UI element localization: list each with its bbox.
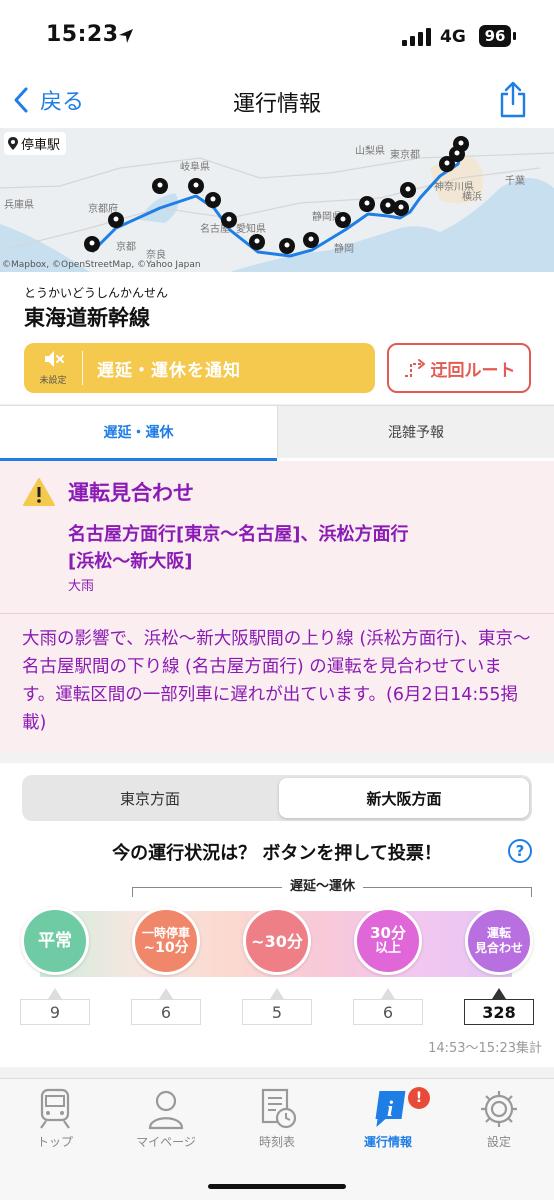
home-indicator (208, 1184, 346, 1189)
battery-tip (513, 32, 516, 40)
vote-option-label: 運転 (486, 926, 511, 940)
info-tabs: 遅延・運休 混雑予報 (0, 405, 554, 462)
vote-suspended-button[interactable]: 運転 見合わせ (465, 907, 533, 975)
alert-divider (0, 613, 554, 614)
vote-period: 14:53〜15:23集計 (428, 1041, 542, 1056)
alert-detail: 大雨の影響で、浜松〜新大阪駅間の上り線 (浜松方面行)、東京〜名古屋駅間の下り線… (22, 629, 531, 733)
notify-separator (82, 351, 83, 385)
battery-level: 96 (479, 25, 511, 47)
tab-top[interactable]: トップ (0, 1087, 110, 1150)
speaker-muted-icon (45, 351, 64, 367)
vote-over-30min-button[interactable]: 30分 以上 (354, 907, 422, 975)
vote-count-normal: 9 (20, 999, 90, 1025)
vote-option-label: 30分 (370, 924, 406, 942)
map-credit: ©Mapbox, ©OpenStreetMap, ©Yahoo Japan (2, 260, 201, 270)
station-pins (84, 136, 469, 254)
person-icon (148, 1090, 184, 1130)
count-pointer (381, 988, 395, 999)
notify-icon-area: 未設定 (24, 343, 82, 393)
svg-text:i: i (387, 1096, 394, 1121)
vote-normal-button[interactable]: 平常 (21, 907, 89, 975)
status-bar: 15:23 4G 96 (0, 0, 554, 72)
notification-badge: ! (408, 1087, 430, 1109)
vote-count-stop-10min: 6 (131, 999, 201, 1025)
alert-title: 運転見合わせ (68, 481, 194, 505)
vote-title: 今の運行状況は？ ボタンを押して投票！ (112, 843, 442, 864)
alert-sections: 名古屋方面行[東京〜名古屋]、浜松方面行 [浜松〜新大阪] (68, 521, 518, 575)
warning-icon (23, 478, 55, 506)
tab-top-label: トップ (36, 1135, 73, 1149)
vote-option-label: ~30分 (251, 931, 303, 951)
vote-count-suspended: 328 (464, 999, 534, 1025)
tab-timetable[interactable]: 時刻表 (222, 1087, 332, 1150)
vote-count-30min: 5 (242, 999, 312, 1025)
alert-cause: 大雨 (68, 579, 95, 594)
tab-delay[interactable]: 遅延・運休 (0, 406, 277, 458)
detour-route-button[interactable]: 迂回ルート (387, 343, 531, 393)
tab-info-label: 運行情報 (363, 1135, 412, 1149)
vote-stop-10min-button[interactable]: 一時停車 ~10分 (132, 907, 200, 975)
vote-option-sublabel: ~10分 (143, 940, 189, 956)
notify-button[interactable]: 未設定 遅延・運休を通知 (24, 343, 375, 393)
status-time: 15:23 (46, 22, 119, 47)
page-title: 運行情報 (232, 92, 321, 117)
count-pointer (159, 988, 173, 999)
delay-bracket-label: 遅延〜運休 (282, 875, 364, 894)
tab-mypage-label: マイページ (136, 1135, 196, 1149)
network-type: 4G (440, 27, 466, 47)
vote-option-label: 平常 (38, 930, 72, 951)
bottom-tab-bar: トップ マイページ 時刻表 i 運行情報 ! 設定 (0, 1078, 554, 1200)
nav-bar: 戻る 運行情報 (0, 72, 554, 128)
line-furigana: とうかいどうしんかんせん (24, 286, 169, 300)
line-info: とうかいどうしんかんせん 東海道新幹線 未設定 遅延・運休を通知 迂回ルート (0, 272, 554, 404)
info-icon: i (375, 1091, 406, 1127)
tab-mypage[interactable]: マイページ (111, 1087, 221, 1150)
route-map[interactable]: 停車駅 山梨県 東京都 千葉 兵庫県 京都府 岐阜県 愛知県 静岡県 神奈川県 … (0, 128, 554, 272)
count-pointer (48, 988, 62, 999)
location-arrow-icon (119, 29, 133, 43)
direction-selector: 東京方面 新大阪方面 (22, 775, 532, 821)
detour-icon (404, 359, 425, 377)
vote-option-label: 一時停車 (141, 926, 190, 940)
alert-sections-line2: [浜松〜新大阪] (68, 551, 193, 572)
vote-30min-button[interactable]: ~30分 (243, 907, 311, 975)
tab-settings[interactable]: 設定 (444, 1087, 554, 1150)
vote-option-sublabel: 見合わせ (474, 941, 523, 955)
detour-label: 迂回ルート (430, 360, 516, 381)
count-pointer (270, 988, 284, 999)
line-name: 東海道新幹線 (24, 306, 150, 330)
share-icon[interactable] (498, 80, 528, 118)
notify-label: 遅延・運休を通知 (97, 360, 241, 381)
notify-status: 未設定 (39, 376, 67, 386)
alert-sections-line1: 名古屋方面行[東京〜名古屋]、浜松方面行 (68, 524, 409, 545)
vote-option-sublabel: 以上 (374, 941, 401, 956)
vote-count-over-30min: 6 (353, 999, 423, 1025)
direction-tokyo[interactable]: 東京方面 (25, 778, 275, 818)
vote-card: 東京方面 新大阪方面 今の運行状況は？ ボタンを押して投票！ ? 遅延〜運休 平… (0, 763, 554, 1067)
tab-settings-label: 設定 (486, 1135, 511, 1149)
count-pointer (492, 988, 506, 999)
tab-timetable-label: 時刻表 (258, 1135, 295, 1149)
train-icon (40, 1088, 70, 1129)
timetable-icon (261, 1088, 297, 1129)
gear-icon (481, 1091, 517, 1127)
direction-shin-osaka[interactable]: 新大阪方面 (279, 778, 529, 818)
signal-icon (402, 28, 431, 46)
service-alert: 運転見合わせ 名古屋方面行[東京〜名古屋]、浜松方面行 [浜松〜新大阪] 大雨 … (0, 461, 554, 753)
help-icon[interactable]: ? (508, 839, 532, 863)
tab-crowd[interactable]: 混雑予報 (277, 406, 554, 458)
